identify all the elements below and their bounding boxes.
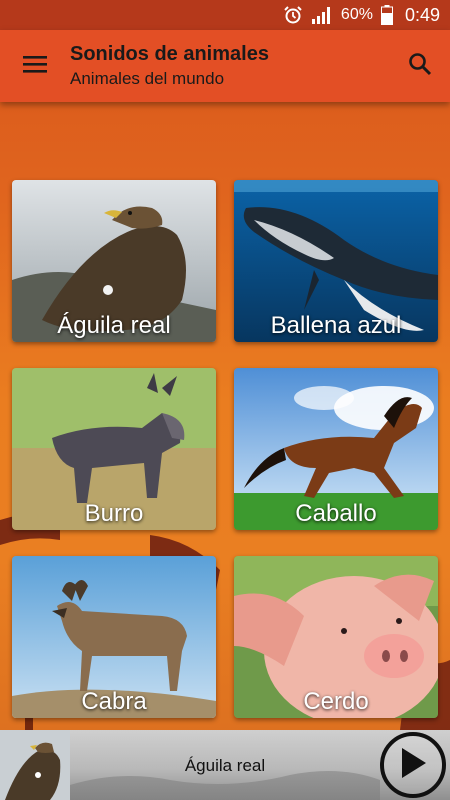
- animal-label: Burro: [84, 500, 144, 527]
- alarm-icon: [283, 5, 303, 25]
- app-bar: Sonidos de animales Animales del mundo: [0, 30, 450, 102]
- status-bar: 60% 0:49: [0, 0, 450, 30]
- status-time: 0:49: [404, 4, 440, 25]
- player-bar: Águila real: [0, 730, 450, 800]
- app-subtitle: Animales del mundo: [70, 69, 225, 88]
- animal-card-ballena-azul[interactable]: Ballena azul: [234, 180, 438, 342]
- battery-percent: 60%: [340, 6, 373, 23]
- now-playing-thumbnail: [0, 730, 70, 800]
- animal-label: Caballo: [295, 500, 377, 527]
- play-button[interactable]: [380, 732, 446, 798]
- animal-card-aguila-real[interactable]: Águila real: [12, 180, 216, 342]
- animal-label: Cerdo: [303, 688, 369, 715]
- animal-card-cerdo[interactable]: Cerdo: [234, 556, 438, 718]
- app-titles: Sonidos de animales Animales del mundo: [70, 41, 390, 91]
- search-button[interactable]: [390, 30, 450, 102]
- menu-icon: [23, 54, 47, 79]
- animal-label: Ballena azul: [270, 312, 402, 339]
- battery-icon: [380, 5, 393, 25]
- animal-label: Águila real: [57, 312, 171, 339]
- animal-card-cabra[interactable]: Cabra: [12, 556, 216, 718]
- animal-card-burro[interactable]: Burro: [12, 368, 216, 530]
- play-icon: [398, 746, 428, 785]
- search-icon: [408, 52, 432, 81]
- menu-button[interactable]: [0, 30, 70, 102]
- animal-label: Cabra: [81, 688, 147, 715]
- animal-card-caballo[interactable]: Caballo: [234, 368, 438, 530]
- app-title: Sonidos de animales: [70, 43, 269, 65]
- signal-icon: [311, 6, 333, 24]
- now-playing-title: Águila real: [184, 756, 266, 775]
